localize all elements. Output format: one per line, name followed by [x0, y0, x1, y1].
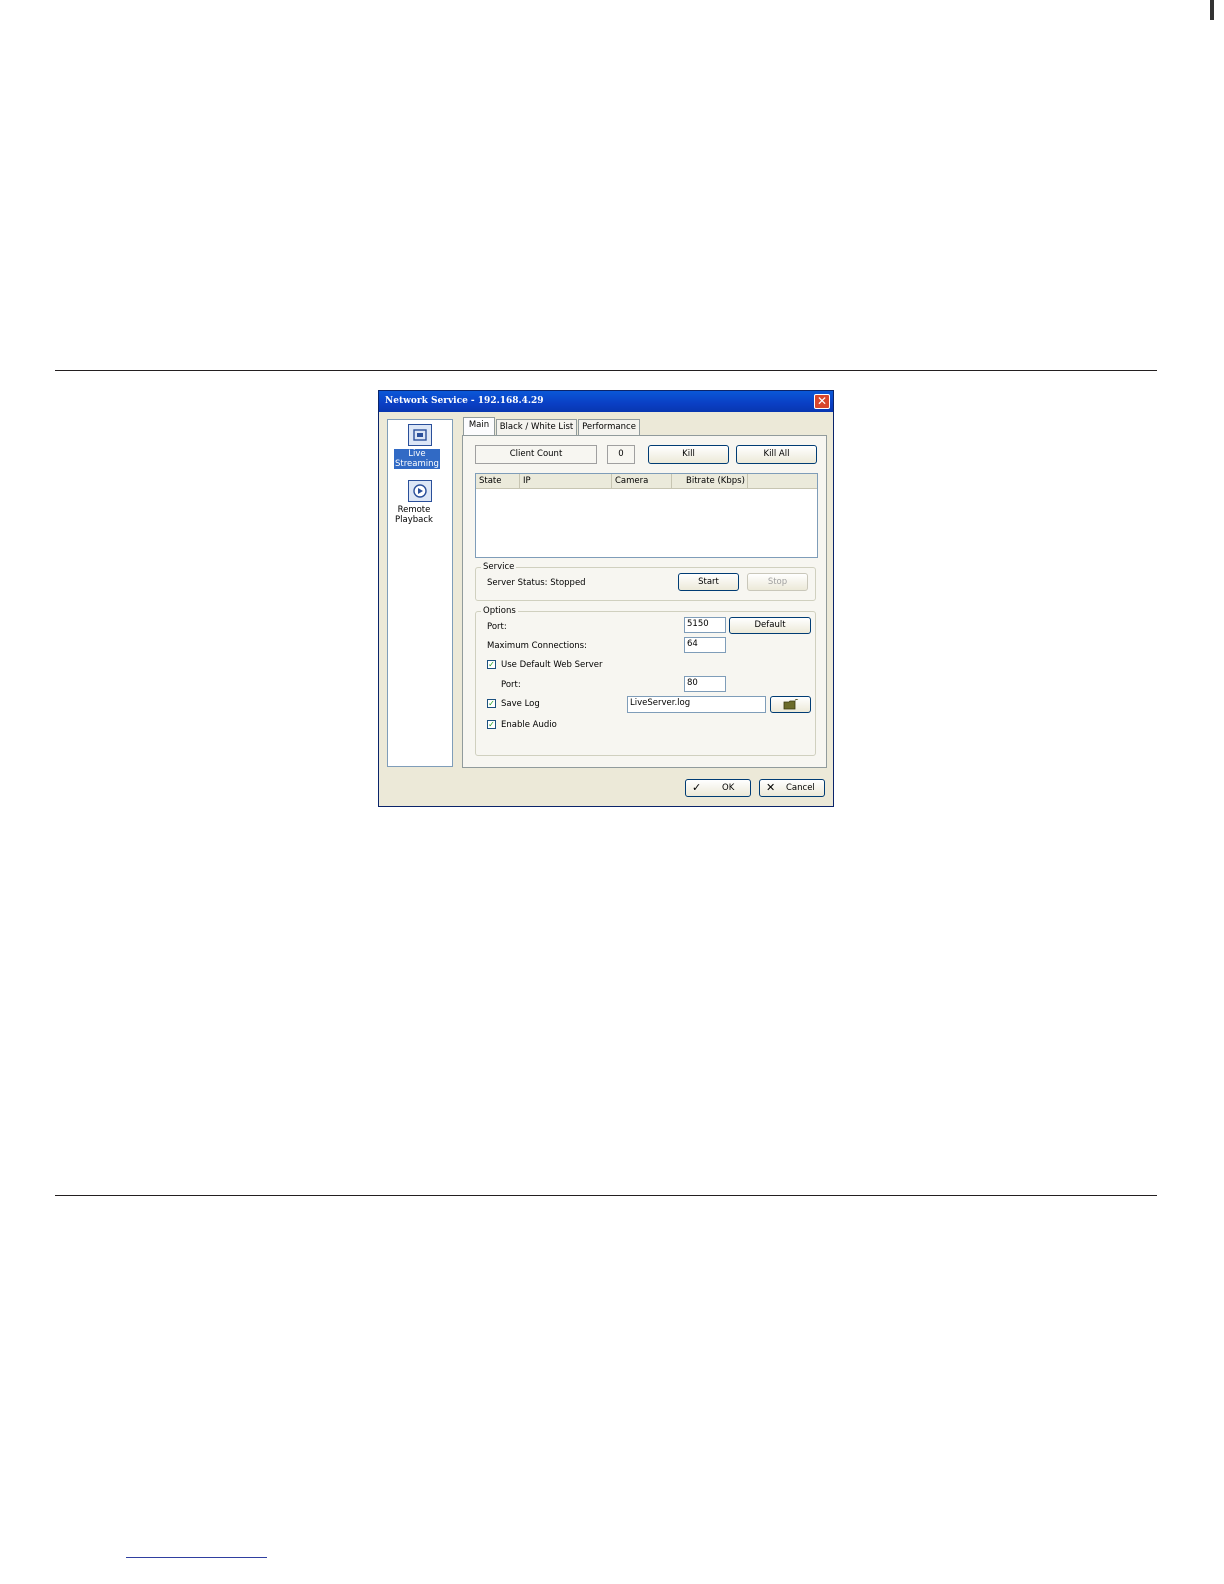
bottom-divider: [55, 1195, 1157, 1196]
server-status-text: Server Status: Stopped: [487, 578, 586, 588]
service-group-title: Service: [481, 562, 517, 572]
sidebar-item-label: Live Streaming: [394, 449, 440, 469]
cancel-x-icon: ✕: [766, 781, 776, 794]
sidebar-item-live-streaming[interactable]: Live Streaming: [394, 424, 446, 469]
page-edge-mark: [1210, 0, 1214, 20]
column-header-state[interactable]: State: [476, 474, 520, 488]
web-port-field[interactable]: 80: [684, 676, 726, 692]
port-field[interactable]: 5150: [684, 617, 726, 633]
sidebar-item-label: Remote Playback: [395, 505, 433, 525]
kill-all-button[interactable]: Kill All: [736, 445, 817, 464]
column-header-bitrate[interactable]: Bitrate (Kbps): [672, 474, 748, 488]
save-log-checkbox[interactable]: ✓: [487, 699, 496, 708]
sidebar-item-remote-playback[interactable]: Remote Playback: [394, 480, 446, 525]
kill-button[interactable]: Kill: [648, 445, 729, 464]
top-divider: [55, 370, 1157, 371]
log-file-field[interactable]: LiveServer.log: [627, 696, 766, 713]
folder-icon: [783, 698, 798, 710]
client-list-header: State IP Camera Bitrate (Kbps): [476, 474, 817, 489]
max-connections-field[interactable]: 64: [684, 637, 726, 653]
network-service-dialog: Network Service - 192.168.4.29 ✕ Live Str…: [378, 390, 834, 807]
footer-link-underline: [126, 1557, 267, 1558]
close-icon: ✕: [816, 394, 828, 408]
cancel-button[interactable]: ✕ Cancel: [759, 779, 825, 797]
save-log-label: Save Log: [501, 699, 540, 709]
use-default-web-server-checkbox[interactable]: ✓: [487, 660, 496, 669]
default-button[interactable]: Default: [729, 617, 811, 634]
checkmark-icon: ✓: [692, 781, 702, 794]
enable-audio-label: Enable Audio: [501, 720, 557, 730]
title-bar[interactable]: Network Service - 192.168.4.29 ✕: [379, 391, 833, 412]
column-header-ip[interactable]: IP: [520, 474, 612, 488]
client-count-label: Client Count: [475, 445, 597, 464]
options-group-title: Options: [481, 606, 518, 616]
use-default-web-server-label: Use Default Web Server: [501, 660, 603, 670]
port-label: Port:: [487, 622, 507, 632]
enable-audio-checkbox[interactable]: ✓: [487, 720, 496, 729]
window-title: Network Service - 192.168.4.29: [385, 396, 544, 406]
column-header-camera[interactable]: Camera: [612, 474, 672, 488]
tab-performance[interactable]: Performance: [578, 419, 640, 435]
client-list[interactable]: State IP Camera Bitrate (Kbps): [475, 473, 818, 558]
cancel-label: Cancel: [786, 783, 815, 793]
web-port-label: Port:: [501, 680, 521, 690]
service-sidebar: Live Streaming Remote Playback: [387, 419, 453, 767]
live-streaming-icon: [408, 424, 432, 446]
browse-folder-button[interactable]: [770, 696, 811, 713]
close-button[interactable]: ✕: [814, 394, 830, 409]
client-count-value: 0: [607, 445, 635, 464]
start-button[interactable]: Start: [678, 573, 739, 591]
ok-button[interactable]: ✓ OK: [685, 779, 751, 797]
stop-button[interactable]: Stop: [747, 573, 808, 591]
tab-main[interactable]: Main: [463, 417, 495, 435]
ok-label: OK: [722, 783, 735, 793]
remote-playback-icon: [408, 480, 432, 502]
max-connections-label: Maximum Connections:: [487, 641, 587, 651]
tab-black-white-list[interactable]: Black / White List: [496, 419, 577, 435]
